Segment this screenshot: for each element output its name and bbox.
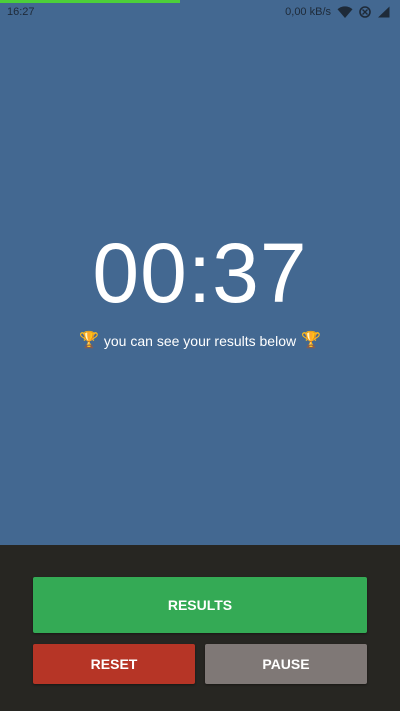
results-button[interactable]: RESULTS <box>33 577 367 633</box>
signal-icon <box>377 6 390 18</box>
wifi-icon <box>337 5 353 19</box>
timer-area: 00:37 🏆 you can see your results below 🏆 <box>0 24 400 545</box>
reset-button[interactable]: RESET <box>33 644 195 684</box>
status-time: 16:27 <box>7 6 35 18</box>
timer-display: 00:37 <box>92 226 308 320</box>
app-screen: 16:27 0,00 kB/s 00:37 🏆 you can see your… <box>0 0 400 711</box>
status-icons: 0,00 kB/s <box>285 4 390 20</box>
results-message: 🏆 you can see your results below 🏆 <box>0 332 400 350</box>
controls-panel: RESULTS RESET PAUSE <box>0 545 400 711</box>
pause-button[interactable]: PAUSE <box>205 644 367 684</box>
blocked-icon <box>359 6 371 18</box>
trophy-icon: 🏆 <box>78 332 99 349</box>
trophy-icon: 🏆 <box>301 332 322 349</box>
results-message-text: you can see your results below <box>103 333 297 349</box>
network-speed: 0,00 kB/s <box>285 6 331 18</box>
status-bar: 16:27 0,00 kB/s <box>0 0 400 24</box>
